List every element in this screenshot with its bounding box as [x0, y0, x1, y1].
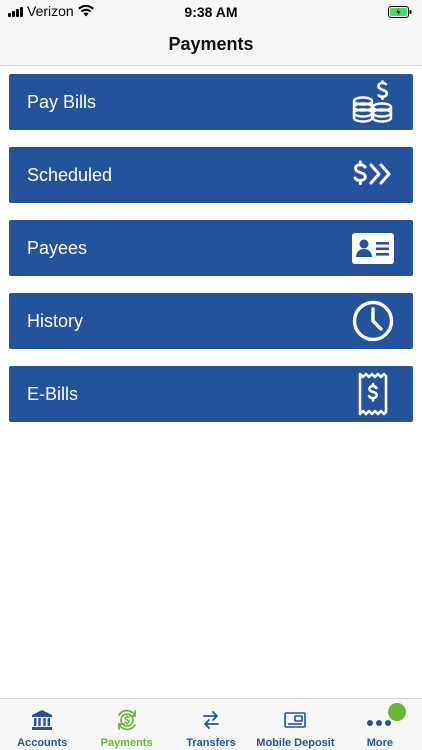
- clock-time: 9:38 AM: [184, 4, 238, 20]
- menu-item-pay-bills[interactable]: Pay Bills: [9, 74, 413, 130]
- tab-mobile-deposit[interactable]: Mobile Deposit: [253, 699, 337, 749]
- transfer-arrows-icon: [200, 709, 222, 731]
- receipt-icon: [351, 372, 395, 416]
- page-title: Payments: [168, 34, 254, 54]
- menu-item-label: Payees: [27, 237, 88, 258]
- tab-label: More: [366, 737, 393, 749]
- notification-badge: [387, 703, 406, 721]
- payments-menu: Pay Bills Scheduled Payees History E-Bil…: [9, 74, 413, 439]
- tab-payments[interactable]: Payments: [84, 699, 168, 749]
- check-deposit-icon: [283, 709, 307, 731]
- menu-item-e-bills[interactable]: E-Bills: [9, 366, 413, 422]
- menu-item-label: Pay Bills: [27, 91, 97, 112]
- menu-item-label: E-Bills: [27, 383, 79, 404]
- battery-icon: [388, 5, 412, 21]
- nav-header: Payments: [0, 24, 422, 66]
- dollar-cycle-icon: [115, 709, 139, 731]
- payments-screen: Verizon 9:38 AM Payments Pay Bills Sched…: [0, 0, 422, 750]
- tab-bar: Accounts Payments Transfers Mobile Depos…: [0, 698, 422, 750]
- tab-more[interactable]: More: [338, 699, 422, 749]
- menu-item-scheduled[interactable]: Scheduled: [9, 147, 413, 203]
- tab-accounts[interactable]: Accounts: [0, 699, 84, 749]
- menu-item-history[interactable]: History: [9, 293, 413, 349]
- bank-icon: [31, 709, 53, 731]
- clock-icon: [351, 299, 395, 343]
- dollar-forward-icon: [351, 153, 395, 197]
- coins-dollar-icon: [351, 80, 395, 124]
- menu-item-label: History: [27, 310, 84, 331]
- contact-card-icon: [351, 226, 395, 270]
- tab-label: Payments: [100, 737, 153, 749]
- menu-item-payees[interactable]: Payees: [9, 220, 413, 276]
- tab-transfers[interactable]: Transfers: [169, 699, 253, 749]
- tab-label: Transfers: [186, 737, 236, 749]
- menu-item-label: Scheduled: [27, 164, 113, 185]
- tab-label: Accounts: [17, 737, 68, 749]
- tab-label: Mobile Deposit: [256, 737, 335, 749]
- status-bar: Verizon 9:38 AM: [0, 0, 422, 24]
